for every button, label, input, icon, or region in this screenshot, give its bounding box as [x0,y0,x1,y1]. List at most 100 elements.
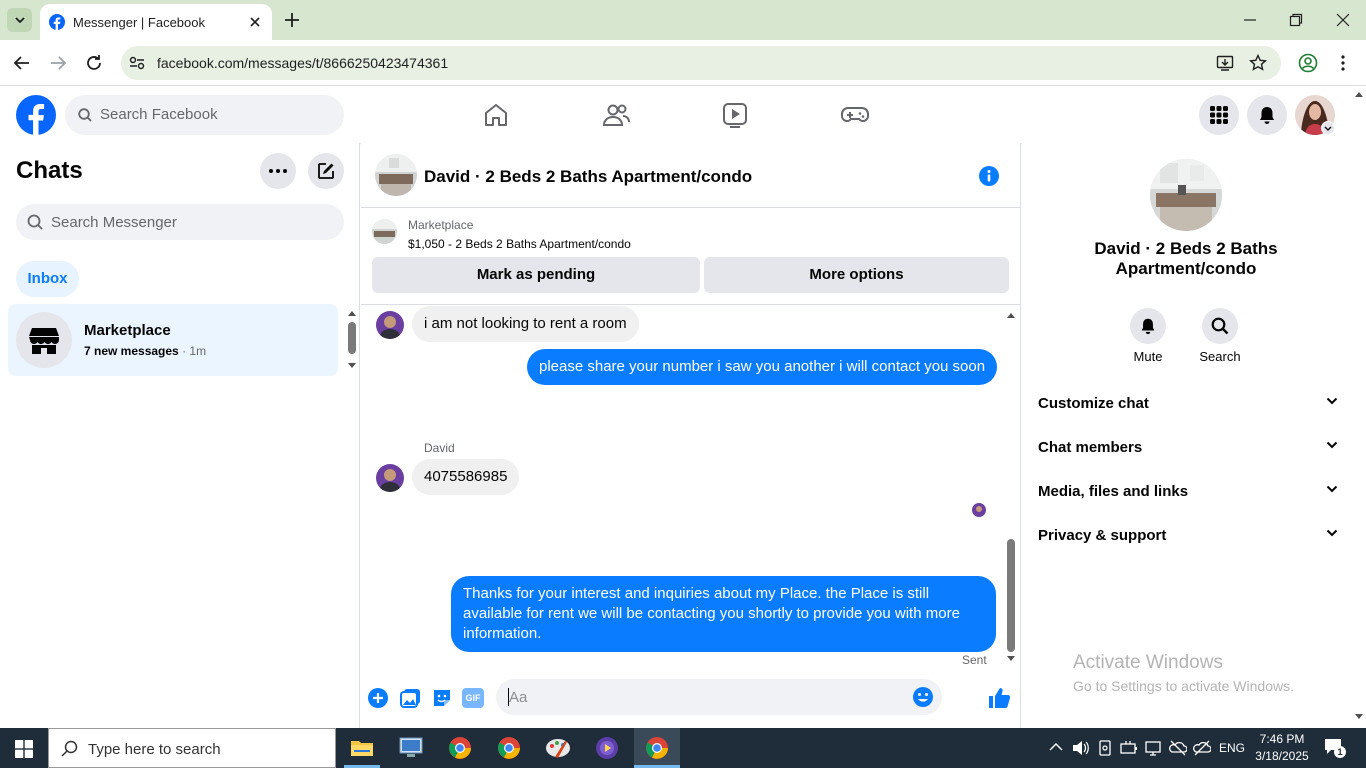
tab-title: Messenger | Facebook [73,14,205,30]
sticker-icon[interactable] [431,687,453,709]
scroll-up-arrow-icon[interactable] [1006,311,1016,319]
more-options-button[interactable]: More options [704,257,1009,293]
bell-icon [1141,318,1155,335]
close-tab-icon[interactable] [248,15,262,29]
menu-grid-button[interactable] [1199,95,1239,135]
new-tab-icon[interactable] [283,11,301,29]
scroll-down-arrow-icon[interactable] [1006,655,1016,663]
listing-thumbnail[interactable] [372,219,397,244]
video-icon[interactable] [721,101,749,129]
facebook-logo-icon[interactable] [16,95,56,135]
bookmark-star-icon[interactable] [1249,54,1267,72]
marketplace-avatar [16,312,72,368]
close-window-icon[interactable] [1335,12,1351,28]
message-bubble-sent[interactable]: please share your number i saw you anoth… [527,349,998,385]
attach-photo-icon[interactable] [400,687,422,709]
taskbar-clock[interactable]: 7:46 PM 3/18/2025 [1252,731,1312,765]
message-input[interactable]: Aa [496,679,942,715]
conversation-title: David · 2 Beds 2 Baths Apartment/condo [424,167,753,186]
onedrive-offline-icon[interactable] [1169,740,1187,756]
chats-options-button[interactable] [260,153,296,189]
network-icon[interactable] [1145,740,1163,756]
seen-avatar-image [972,503,986,517]
install-app-icon[interactable] [1216,54,1234,72]
minimize-window-icon[interactable] [1242,12,1258,28]
message-bubble-sent[interactable]: Thanks for your interest and inquiries a… [451,576,996,652]
message-composer: GIF Aa [361,673,1021,728]
url-text: facebook.com/messages/t/8666250423474361 [157,55,449,71]
address-bar[interactable]: facebook.com/messages/t/8666250423474361 [121,46,1281,80]
compose-icon [318,163,334,179]
tab-search-dropdown[interactable] [7,8,32,32]
profile-icon[interactable] [1298,53,1318,73]
chrome-app-1[interactable] [440,732,480,764]
notification-center-button[interactable]: 1 [1324,738,1346,758]
site-settings-icon[interactable] [129,56,145,70]
bell-icon [1260,107,1274,124]
reload-icon[interactable] [85,54,103,72]
chrome-app-active[interactable] [634,728,680,768]
facebook-search-input[interactable]: Search Facebook [65,95,344,135]
cloud-sync-icon[interactable] [1193,740,1211,756]
apps-grid-icon [1210,106,1228,124]
windows-start-icon[interactable] [15,740,33,758]
chats-panel: Chats Search Messenger Inbox Marketplace… [0,143,360,728]
customize-chat-section[interactable]: Customize chat [1038,383,1338,427]
chrome-app-2[interactable] [489,732,529,764]
paint-app[interactable] [538,732,578,764]
account-menu-chevron[interactable] [1321,121,1335,135]
restore-window-icon[interactable] [1288,12,1304,28]
info-icon[interactable] [978,165,1000,187]
chevron-down-icon [1326,397,1338,405]
browser-tab-messenger[interactable]: Messenger | Facebook [40,4,272,40]
message-status: Sent [962,653,987,667]
messenger-search-input[interactable]: Search Messenger [16,204,344,240]
conversation-list-item[interactable]: Marketplace 7 new messages · 1m [8,304,338,376]
gif-button[interactable]: GIF [462,688,484,708]
chevron-down-icon [1326,441,1338,449]
message-bubble-received[interactable]: 4075586985 [412,459,520,495]
gaming-icon[interactable] [841,101,869,129]
plus-actions-icon[interactable] [367,687,389,709]
message-thread: i am not looking to rent a room please s… [361,306,1021,671]
new-message-button[interactable] [308,153,344,189]
browser-menu-icon[interactable] [1340,54,1346,72]
battery-plug-icon[interactable] [1120,740,1138,756]
media-files-links-section[interactable]: Media, files and links [1038,471,1338,515]
taskbar-search-box[interactable]: Type here to search [48,728,336,768]
file-explorer-app[interactable] [342,732,382,764]
scroll-up-arrow-icon[interactable] [347,309,357,317]
friends-icon[interactable] [602,101,630,129]
conversation-avatar[interactable] [375,154,417,196]
home-icon[interactable] [482,101,510,129]
paint-palette-icon [546,739,570,758]
media-app[interactable] [587,732,627,764]
page-scrollbar[interactable] [1352,87,1366,728]
show-hidden-icons-icon[interactable] [1049,742,1063,752]
emoji-icon[interactable] [912,686,934,708]
forward-arrow-icon[interactable] [49,54,67,72]
apartment-photo-icon [1150,159,1222,231]
thread-scrollbar-thumb[interactable] [1007,539,1015,652]
back-arrow-icon[interactable] [13,54,31,72]
device-icon[interactable] [1098,740,1112,756]
mute-button[interactable] [1130,308,1166,344]
input-language[interactable]: ENG [1219,741,1245,755]
scroll-down-arrow-icon[interactable] [347,362,357,370]
thumbs-up-icon[interactable] [987,686,1011,710]
privacy-support-section[interactable]: Privacy & support [1038,515,1338,559]
message-bubble-received[interactable]: i am not looking to rent a room [412,306,639,342]
remote-desktop-app[interactable] [391,732,431,764]
chevron-down-icon [1326,485,1338,493]
chat-members-section[interactable]: Chat members [1038,427,1338,471]
scroll-up-arrow-icon[interactable] [1355,91,1363,97]
windows-taskbar: Type here to search ENG 7:46 PM 3/18/202… [0,728,1366,768]
notifications-button[interactable] [1247,95,1287,135]
search-conversation-button[interactable] [1202,308,1238,344]
inbox-filter-tab[interactable]: Inbox [16,261,79,297]
chat-list-scrollbar-thumb[interactable] [348,322,356,354]
volume-icon[interactable] [1072,740,1090,756]
mark-as-pending-button[interactable]: Mark as pending [372,257,700,293]
chevron-down-icon [1326,529,1338,537]
scroll-down-arrow-icon[interactable] [1355,714,1363,720]
